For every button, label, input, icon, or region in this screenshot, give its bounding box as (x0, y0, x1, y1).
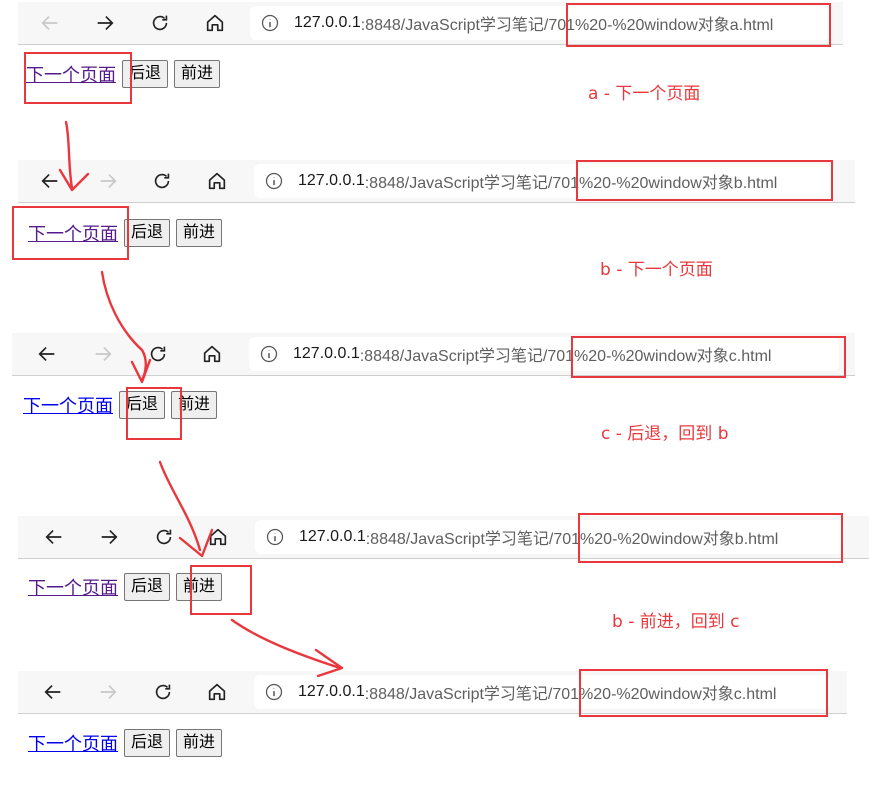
arrow-b2-to-c2 (230, 618, 344, 678)
highlight-url-a (566, 3, 831, 47)
back-arrow-icon[interactable] (39, 516, 69, 558)
annotation-b2: b - 前进，回到 c (612, 612, 740, 632)
forward-arrow-icon[interactable] (93, 160, 123, 202)
info-icon[interactable] (260, 13, 280, 33)
url-host: 127.0.0.1 (299, 528, 366, 545)
info-icon[interactable] (265, 527, 285, 547)
back-arrow-icon[interactable] (38, 671, 68, 713)
reload-icon[interactable] (145, 2, 175, 44)
home-icon[interactable] (202, 160, 232, 202)
next-page-link[interactable]: 下一个页面 (28, 574, 118, 600)
info-icon[interactable] (264, 171, 284, 191)
reload-icon[interactable] (148, 671, 178, 713)
home-icon[interactable] (197, 333, 227, 375)
url-host: 127.0.0.1 (298, 683, 365, 700)
forward-arrow-icon[interactable] (90, 2, 120, 44)
url-host: 127.0.0.1 (293, 345, 360, 362)
highlight-link-b (12, 206, 129, 260)
info-icon[interactable] (264, 682, 284, 702)
back-button[interactable]: 后退 (124, 219, 171, 247)
url-host: 127.0.0.1 (294, 14, 361, 31)
forward-arrow-icon[interactable] (88, 333, 118, 375)
back-arrow-icon[interactable] (32, 333, 62, 375)
info-icon[interactable] (259, 344, 279, 364)
home-icon[interactable] (202, 671, 232, 713)
next-page-link[interactable]: 下一个页面 (28, 730, 118, 756)
next-page-link[interactable]: 下一个页面 (23, 392, 113, 418)
forward-arrow-icon[interactable] (93, 671, 123, 713)
highlight-url-c2 (579, 669, 828, 717)
forward-button[interactable]: 前进 (176, 729, 223, 757)
annotation-c: c - 后退，回到 b (601, 424, 729, 444)
back-button[interactable]: 后退 (124, 729, 171, 757)
highlight-url-c (571, 336, 846, 378)
forward-button[interactable]: 前进 (176, 219, 223, 247)
reload-icon[interactable] (147, 160, 177, 202)
url-host: 127.0.0.1 (298, 172, 365, 189)
back-arrow-icon[interactable] (35, 2, 65, 44)
reload-icon[interactable] (143, 333, 173, 375)
page-content-c2: 下一个页面 后退 前进 (28, 729, 228, 757)
forward-arrow-icon[interactable] (94, 516, 124, 558)
forward-button[interactable]: 前进 (174, 60, 221, 88)
back-arrow-icon[interactable] (35, 160, 65, 202)
home-icon[interactable] (200, 2, 230, 44)
home-icon[interactable] (203, 516, 233, 558)
highlight-link-a (24, 52, 132, 104)
highlight-url-b2 (578, 513, 843, 563)
reload-icon[interactable] (149, 516, 179, 558)
highlight-url-b (576, 160, 833, 201)
page-content-c: 下一个页面 后退 前进 (23, 391, 223, 419)
highlight-forward-b2 (190, 565, 252, 615)
highlight-back-c (126, 387, 182, 440)
annotation-a: a - 下一个页面 (588, 84, 701, 104)
back-button[interactable]: 后退 (124, 573, 171, 601)
annotation-b: b - 下一个页面 (600, 260, 713, 280)
